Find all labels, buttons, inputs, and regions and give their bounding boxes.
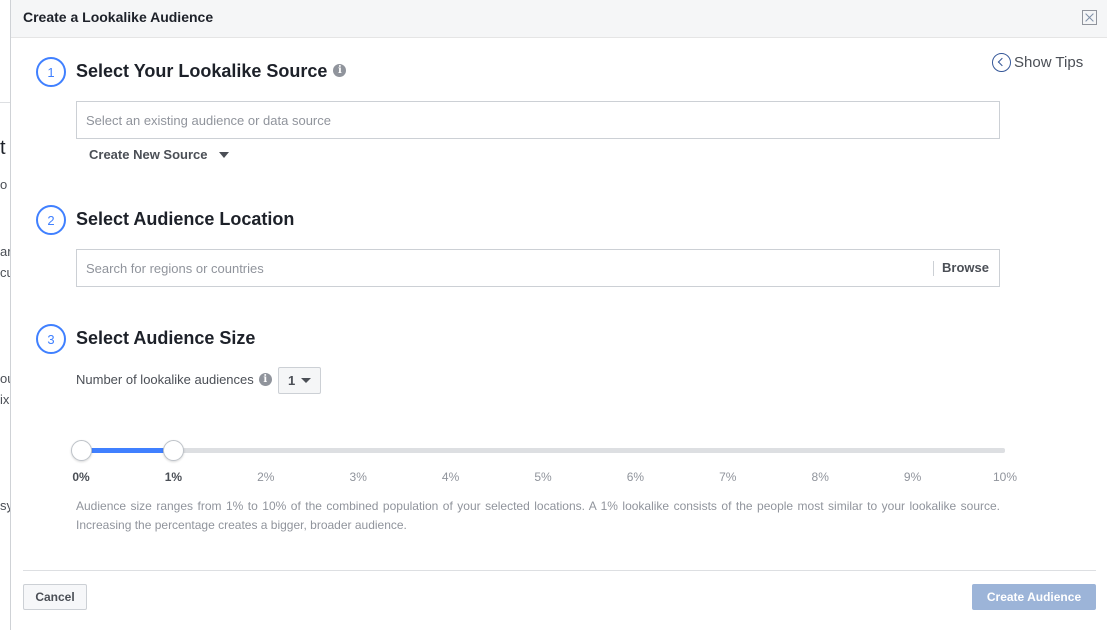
background-text-fragment: sy	[0, 498, 10, 513]
number-of-audiences-value: 1	[288, 373, 296, 388]
background-text-fragment: cu	[0, 265, 10, 280]
background-text-fragment: ar	[0, 244, 11, 259]
audience-size-help-text: Audience size ranges from 1% to 10% of t…	[76, 499, 1000, 532]
browse-divider	[933, 261, 934, 276]
caret-down-icon	[218, 151, 229, 158]
background-text-fragment: ix	[0, 392, 10, 407]
step-1-title: Select Your Lookalike Source i	[76, 61, 347, 82]
browse-button[interactable]: Browse	[942, 260, 989, 275]
slider-tick-label: 10%	[992, 470, 1018, 484]
background-text-fragment: t	[0, 137, 6, 159]
cancel-button[interactable]: Cancel	[23, 584, 87, 610]
audience-size-slider-fill	[81, 448, 174, 453]
background-divider	[0, 102, 10, 103]
slider-tick-label: 4%	[441, 470, 460, 484]
lookalike-audience-dialog: Create a Lookalike Audience Show Tips 1 …	[11, 0, 1107, 630]
create-audience-button[interactable]: Create Audience	[972, 584, 1096, 610]
dialog-header: Create a Lookalike Audience	[11, 0, 1107, 38]
step-2-number: 2	[36, 205, 66, 235]
show-tips-button[interactable]: Show Tips	[992, 53, 1083, 72]
info-icon[interactable]: i	[333, 63, 347, 77]
lookalike-source-field[interactable]	[76, 101, 1000, 139]
footer-divider	[23, 570, 1096, 571]
slider-tick-label: 7%	[719, 470, 737, 484]
step-1-number: 1	[36, 57, 66, 87]
slider-tick-label: 6%	[626, 470, 645, 484]
info-icon[interactable]: i	[258, 373, 272, 386]
slider-tick-label: 9%	[903, 470, 922, 484]
slider-tick-label: 2%	[257, 470, 275, 484]
caret-down-icon	[301, 378, 312, 383]
create-new-source-label: Create New Source	[89, 147, 208, 162]
location-search-field[interactable]: Browse	[76, 249, 1000, 287]
create-new-source-dropdown[interactable]: Create New Source	[89, 147, 229, 162]
step-3-title: Select Audience Size	[76, 328, 256, 348]
slider-handle-max[interactable]	[162, 440, 184, 461]
slider-tick-label: 1%	[164, 470, 183, 484]
audience-size-slider-track[interactable]	[81, 448, 1005, 453]
step-1-title-text: Select Your Lookalike Source	[76, 61, 328, 81]
step-2-title: Select Audience Location	[76, 209, 295, 229]
slider-tick-label: 3%	[349, 470, 367, 484]
chevron-left-circle-icon	[992, 53, 1011, 72]
slider-handle-min[interactable]	[70, 440, 92, 461]
dialog-title: Create a Lookalike Audience	[23, 9, 214, 25]
number-of-audiences-select[interactable]: 1	[278, 367, 321, 394]
number-of-audiences-label: Number of lookalike audiences i	[76, 372, 272, 387]
show-tips-label: Show Tips	[1014, 54, 1084, 71]
slider-tick-label: 5%	[534, 470, 552, 484]
lookalike-source-input[interactable]	[77, 102, 999, 138]
background-page: t o ar cu ou ix sy	[0, 0, 11, 630]
close-icon[interactable]	[1082, 10, 1097, 25]
background-text-fragment: ou	[0, 371, 10, 386]
location-search-input[interactable]	[77, 250, 932, 286]
step-3-number: 3	[36, 324, 66, 354]
background-text-fragment: o	[0, 177, 8, 192]
number-of-audiences-text: Number of lookalike audiences	[76, 372, 254, 387]
slider-tick-label: 8%	[811, 470, 829, 484]
slider-tick-label: 0%	[72, 470, 90, 484]
